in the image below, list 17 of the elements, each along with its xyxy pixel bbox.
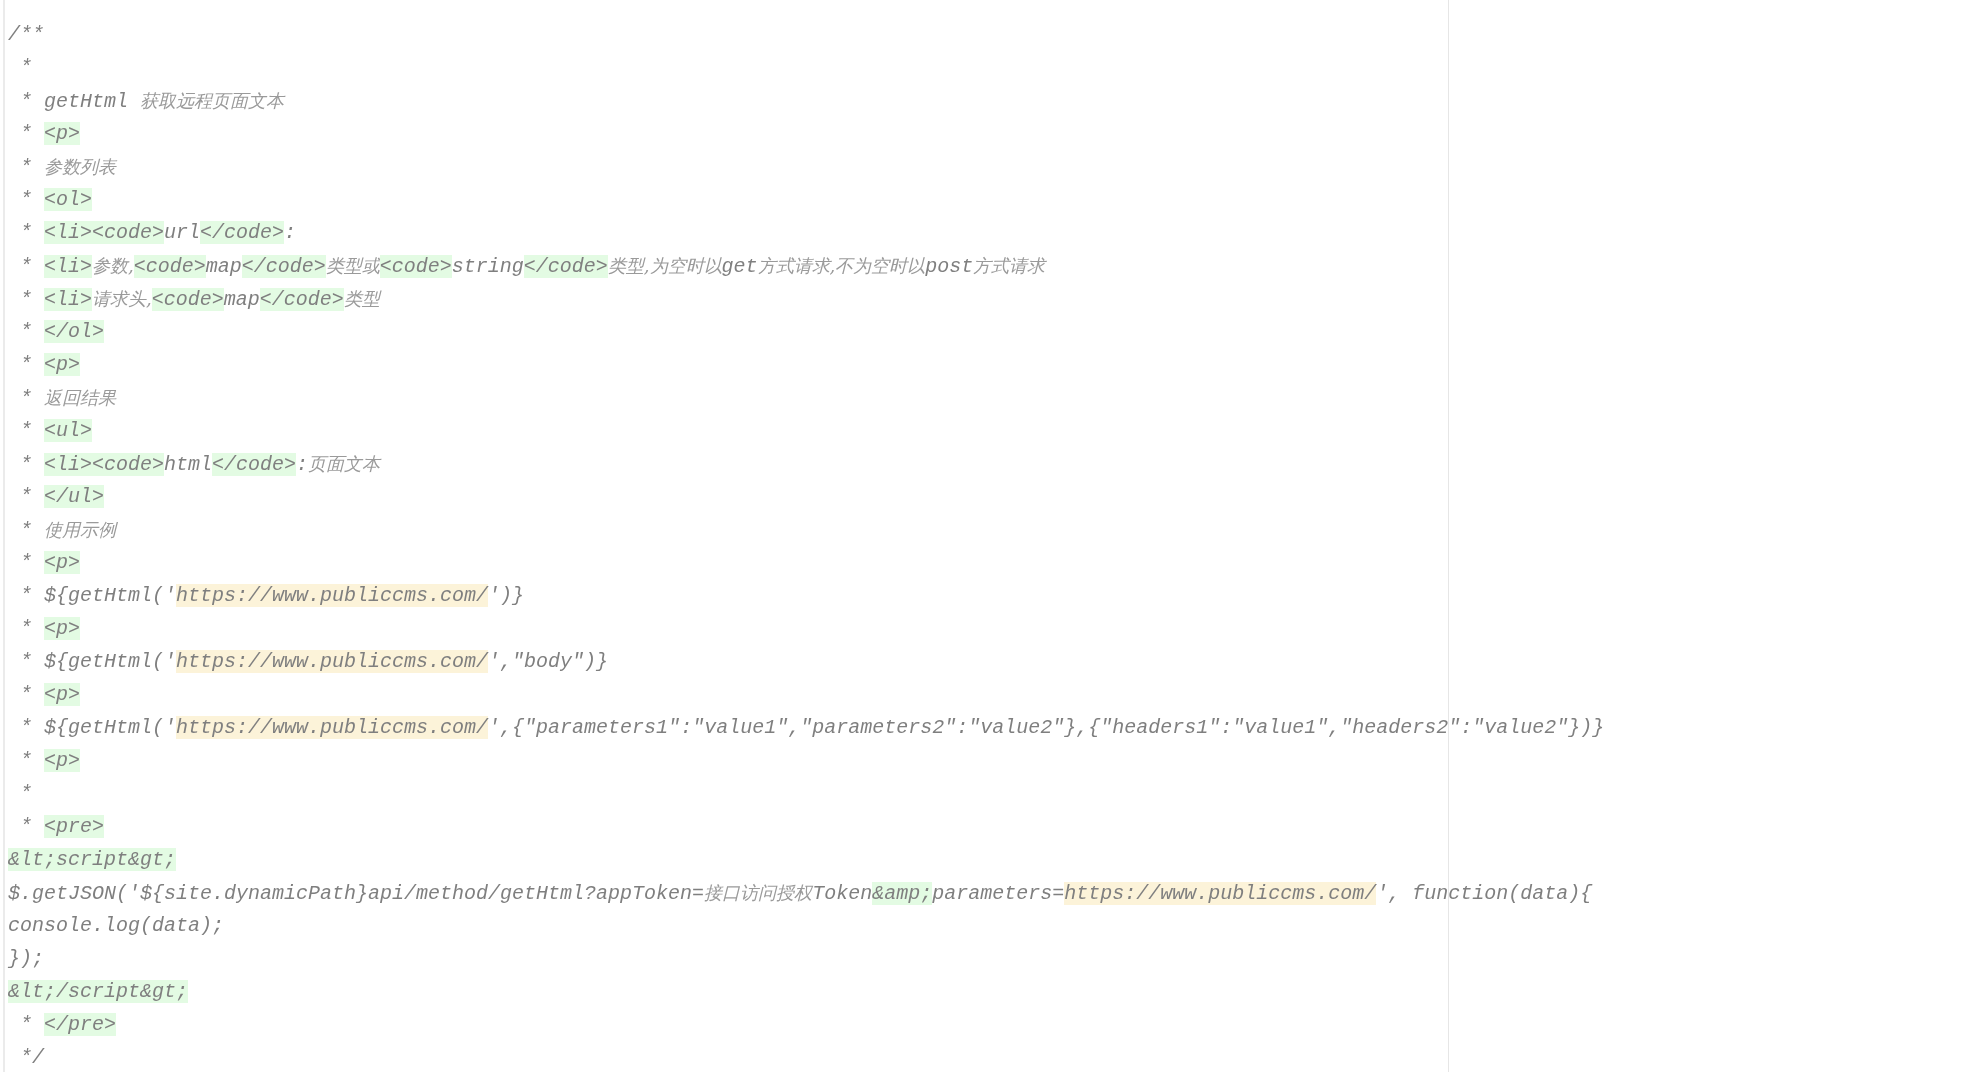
code-line: * <li><code>url</code>: — [19, 220, 297, 246]
code-line: * 参数列表 — [19, 155, 116, 181]
code-line: * <li>请求头,<code>map</code>类型 — [19, 287, 380, 313]
code-line: * ${getHtml('https://www.publiccms.com/',{"parameters1":"value1","parameters2":"value2"},{"headers1":"value1","headers2":"value2"})} — [19, 715, 1605, 741]
code-line: */ — [19, 1045, 44, 1071]
code-line: * — [19, 781, 32, 807]
code-line: $.getJSON('${site.dynamicPath}api/method/getHtml?appToken=接口访问授权Token&amp;parameters=https://www.publiccms.com/', function(data){ — [7, 881, 1593, 907]
code-line: }); — [7, 946, 44, 972]
code-line: * <li><code>html</code>:页面文本 — [19, 452, 381, 478]
code-line: * — [19, 55, 32, 81]
code-line: * 使用示例 — [19, 518, 116, 544]
code-line: /** — [7, 22, 44, 48]
code-line: * ${getHtml('https://www.publiccms.com/',"body")} — [19, 649, 609, 675]
code-line: * 返回结果 — [19, 386, 116, 412]
code-line: console.log(data); — [7, 913, 225, 939]
code-line: * <li>参数,<code>map</code>类型或<code>string</code>类型,为空时以get方式请求,不为空时以post方式请求 — [19, 254, 1046, 280]
code-line: * getHtml 获取远程页面文本 — [19, 89, 285, 115]
